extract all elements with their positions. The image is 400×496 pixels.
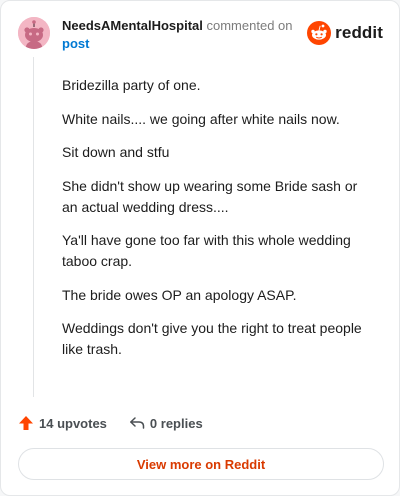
comment-paragraph: Sit down and stfu	[62, 144, 170, 160]
comment-paragraph: White nails.... we going after white nai…	[62, 110, 340, 127]
upvote-arrow-icon	[19, 416, 33, 430]
comment-body: Bridezilla party of one. White nails....…	[62, 75, 367, 373]
comment-paragraph: Weddings don't give you the right to tre…	[62, 320, 362, 357]
reddit-wordmark: reddit	[335, 23, 383, 42]
comment-footer: 14 upvotes 0 replies	[18, 413, 225, 433]
post-link[interactable]: post	[62, 35, 302, 52]
username-link[interactable]: NeedsAMentalHospital	[62, 18, 203, 33]
comment-paragraph: Bridezilla party of one.	[62, 77, 201, 93]
comment-paragraph: Ya'll have gone too far with this whole …	[62, 232, 351, 269]
comment-header: NeedsAMentalHospital commented on post	[62, 17, 302, 52]
comment-embed-card: NeedsAMentalHospital commented on post r…	[0, 0, 400, 496]
commented-on-text: commented on	[206, 18, 293, 33]
view-more-button[interactable]: View more on Reddit	[18, 448, 384, 480]
comment-paragraph: The bride owes OP an apology ASAP.	[62, 286, 297, 303]
user-avatar-icon[interactable]	[18, 17, 50, 49]
upvotes-count: 14 upvotes	[39, 415, 107, 431]
replies-count: 0 replies	[149, 415, 203, 431]
replies-button[interactable]: 0 replies	[129, 415, 203, 431]
reddit-logo-icon	[307, 21, 332, 45]
upvotes-button[interactable]: 14 upvotes	[18, 415, 107, 431]
reddit-logo[interactable]: reddit	[307, 21, 383, 45]
comment-paragraph: She didn't show up wearing some Bride sa…	[62, 177, 358, 215]
thread-line	[33, 57, 34, 397]
reply-arrow-icon	[129, 417, 145, 429]
